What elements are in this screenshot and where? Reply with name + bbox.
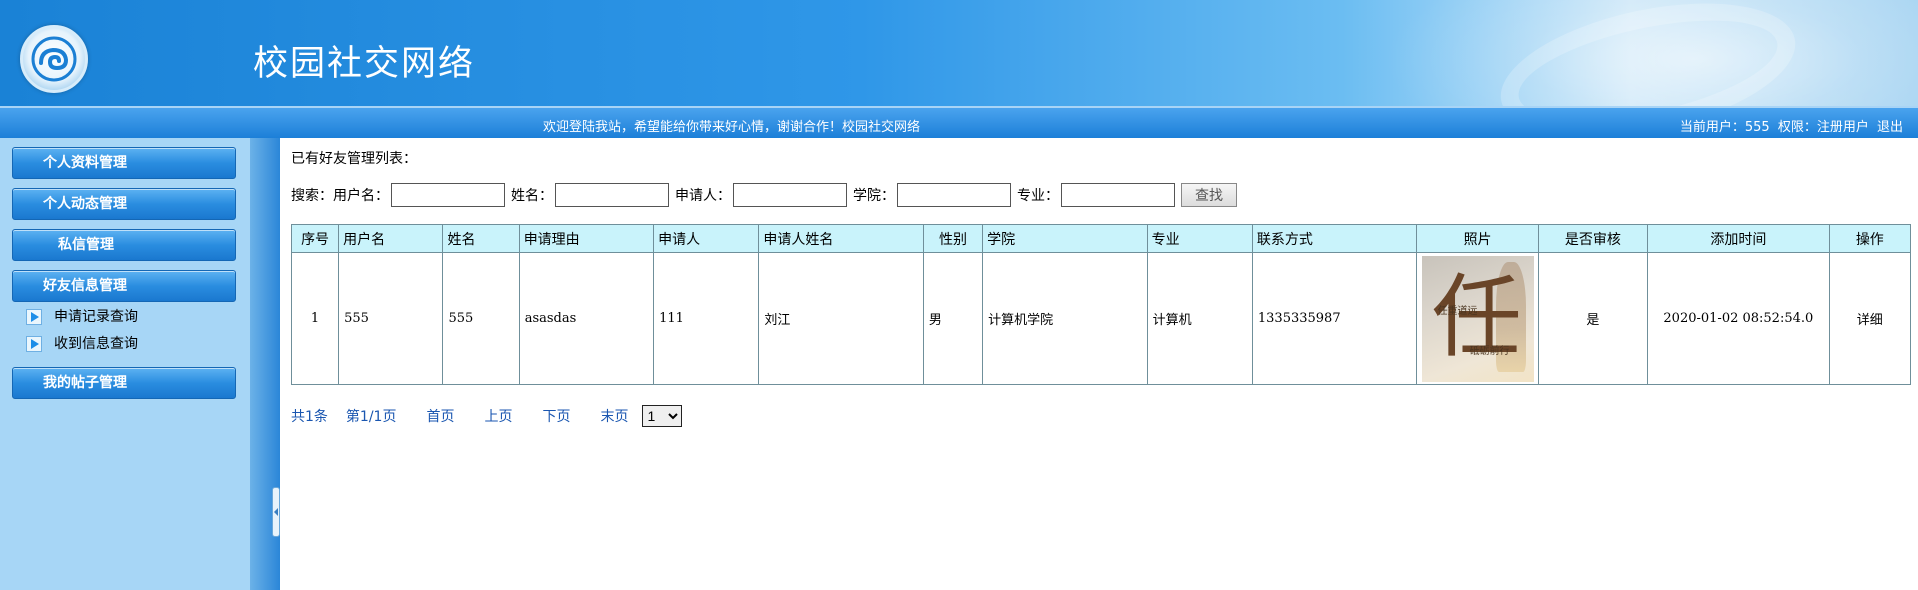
- sub-item-label: 申请记录查询: [54, 309, 138, 325]
- col-header: 操作: [1828, 224, 1912, 253]
- search-prefix: 搜索：: [291, 188, 333, 204]
- table-row: 1 555 555 asasdas 111 刘江 男 计算机学院 计算机 133…: [290, 252, 1912, 385]
- user-role: 权限：注册用户: [1777, 120, 1869, 135]
- sidebar-collapse-handle[interactable]: [272, 487, 280, 537]
- cell-college: 计算机学院: [982, 252, 1148, 385]
- menu-post-management[interactable]: 我的帖子管理: [12, 367, 236, 399]
- cell-reviewed: 是: [1537, 252, 1649, 385]
- major-input[interactable]: [1061, 183, 1175, 207]
- main-content: 已有好友管理列表： 搜索： 用户名： 姓名： 申请人： 学院： 专业： 查找 序…: [290, 138, 1918, 590]
- arrow-right-icon: [26, 336, 42, 352]
- col-header: 专业: [1146, 224, 1253, 253]
- menu-label: 好友信息管理: [43, 278, 127, 294]
- logout-link[interactable]: 退出: [1877, 120, 1903, 135]
- menu-profile-management[interactable]: 个人资料管理: [12, 147, 236, 179]
- table-header-row: 序号 用户名 姓名 申请理由 申请人 申请人姓名 性别 学院 专业 联系方式 照…: [290, 224, 1912, 253]
- sub-item-label: 收到信息查询: [54, 336, 138, 352]
- menu-label: 我的帖子管理: [43, 375, 127, 391]
- pager-first[interactable]: 首页: [426, 406, 454, 426]
- col-header: 序号: [290, 224, 340, 253]
- user-photo: 任 任重道远 砥砺前行: [1421, 255, 1534, 382]
- cell-reason: asasdas: [518, 252, 655, 385]
- pager-next[interactable]: 下页: [542, 406, 570, 426]
- site-title: 校园社交网络: [253, 44, 476, 84]
- photo-caption-1: 任重道远: [1437, 305, 1478, 317]
- pagination: 共1条 第1/1页 首页 上页 下页 末页 1: [291, 404, 683, 428]
- pager-last[interactable]: 末页: [600, 406, 628, 426]
- cell-contact: 1335335987: [1251, 252, 1418, 385]
- col-header: 用户名: [338, 224, 444, 253]
- menu-label: 个人资料管理: [43, 155, 127, 171]
- col-header: 联系方式: [1251, 224, 1418, 253]
- cell-added-time: 2020-01-02 08:52:54.0: [1647, 252, 1830, 385]
- friends-table: 序号 用户名 姓名 申请理由 申请人 申请人姓名 性别 学院 专业 联系方式 照…: [290, 224, 1912, 385]
- cell-action: 详细: [1828, 252, 1912, 385]
- col-header: 申请人姓名: [758, 224, 924, 253]
- name-input[interactable]: [555, 183, 669, 207]
- photo-caption-2: 砥砺前行: [1469, 345, 1510, 357]
- cell-photo: 任 任重道远 砥砺前行: [1416, 252, 1539, 385]
- cell-applicant: 111: [653, 252, 760, 385]
- col-header: 申请理由: [518, 224, 655, 253]
- username-label: 用户名：: [333, 188, 389, 204]
- cell-major: 计算机: [1146, 252, 1253, 385]
- major-label: 专业：: [1017, 188, 1059, 204]
- user-info: 当前用户：555 权限：注册用户 退出: [1676, 116, 1903, 135]
- college-label: 学院：: [853, 188, 895, 204]
- sub-item-received-messages[interactable]: 收到信息查询: [26, 333, 138, 353]
- menu-message-management[interactable]: 私信管理: [12, 229, 236, 261]
- list-title: 已有好友管理列表：: [291, 151, 417, 167]
- col-header: 是否审核: [1537, 224, 1649, 253]
- arrow-right-icon: [26, 309, 42, 325]
- status-bar: 欢迎登陆我站，希望能给你带来好心情，谢谢合作！校园社交网络 当前用户：555 权…: [0, 106, 1918, 138]
- menu-label: 个人动态管理: [43, 196, 127, 212]
- username-input[interactable]: [391, 183, 505, 207]
- col-header: 添加时间: [1647, 224, 1830, 253]
- col-header: 学院: [982, 224, 1148, 253]
- name-label: 姓名：: [511, 188, 553, 204]
- detail-link[interactable]: 详细: [1857, 313, 1883, 328]
- menu-label: 私信管理: [58, 237, 114, 253]
- col-header: 申请人: [653, 224, 760, 253]
- col-header: 照片: [1416, 224, 1539, 253]
- pager-total: 共1条: [291, 409, 328, 425]
- col-header: 性别: [922, 224, 984, 253]
- cell-name: 555: [442, 252, 520, 385]
- site-logo-icon: [20, 25, 88, 93]
- search-form: 搜索： 用户名： 姓名： 申请人： 学院： 专业： 查找: [291, 182, 1237, 208]
- header-banner: 校园社交网络: [0, 0, 1918, 106]
- menu-activity-management[interactable]: 个人动态管理: [12, 188, 236, 220]
- applicant-label: 申请人：: [675, 188, 731, 204]
- college-input[interactable]: [897, 183, 1011, 207]
- col-header: 姓名: [442, 224, 520, 253]
- sidebar: 个人资料管理 个人动态管理 私信管理 好友信息管理 申请记录查询 收到信息查询 …: [0, 138, 250, 590]
- menu-friend-management[interactable]: 好友信息管理: [12, 270, 236, 302]
- cell-applicant-name: 刘江: [758, 252, 924, 385]
- current-user: 当前用户：555: [1679, 120, 1770, 135]
- pager-page: 第1/1页: [345, 409, 397, 425]
- welcome-message: 欢迎登陆我站，希望能给你带来好心情，谢谢合作！校园社交网络: [543, 120, 921, 135]
- cell-gender: 男: [922, 252, 984, 385]
- pager-prev[interactable]: 上页: [484, 406, 512, 426]
- applicant-input[interactable]: [733, 183, 847, 207]
- search-button[interactable]: 查找: [1181, 183, 1237, 207]
- cell-username: 555: [338, 252, 444, 385]
- page-select[interactable]: 1: [642, 405, 683, 427]
- cell-index: 1: [290, 252, 340, 385]
- sub-item-application-records[interactable]: 申请记录查询: [26, 306, 138, 326]
